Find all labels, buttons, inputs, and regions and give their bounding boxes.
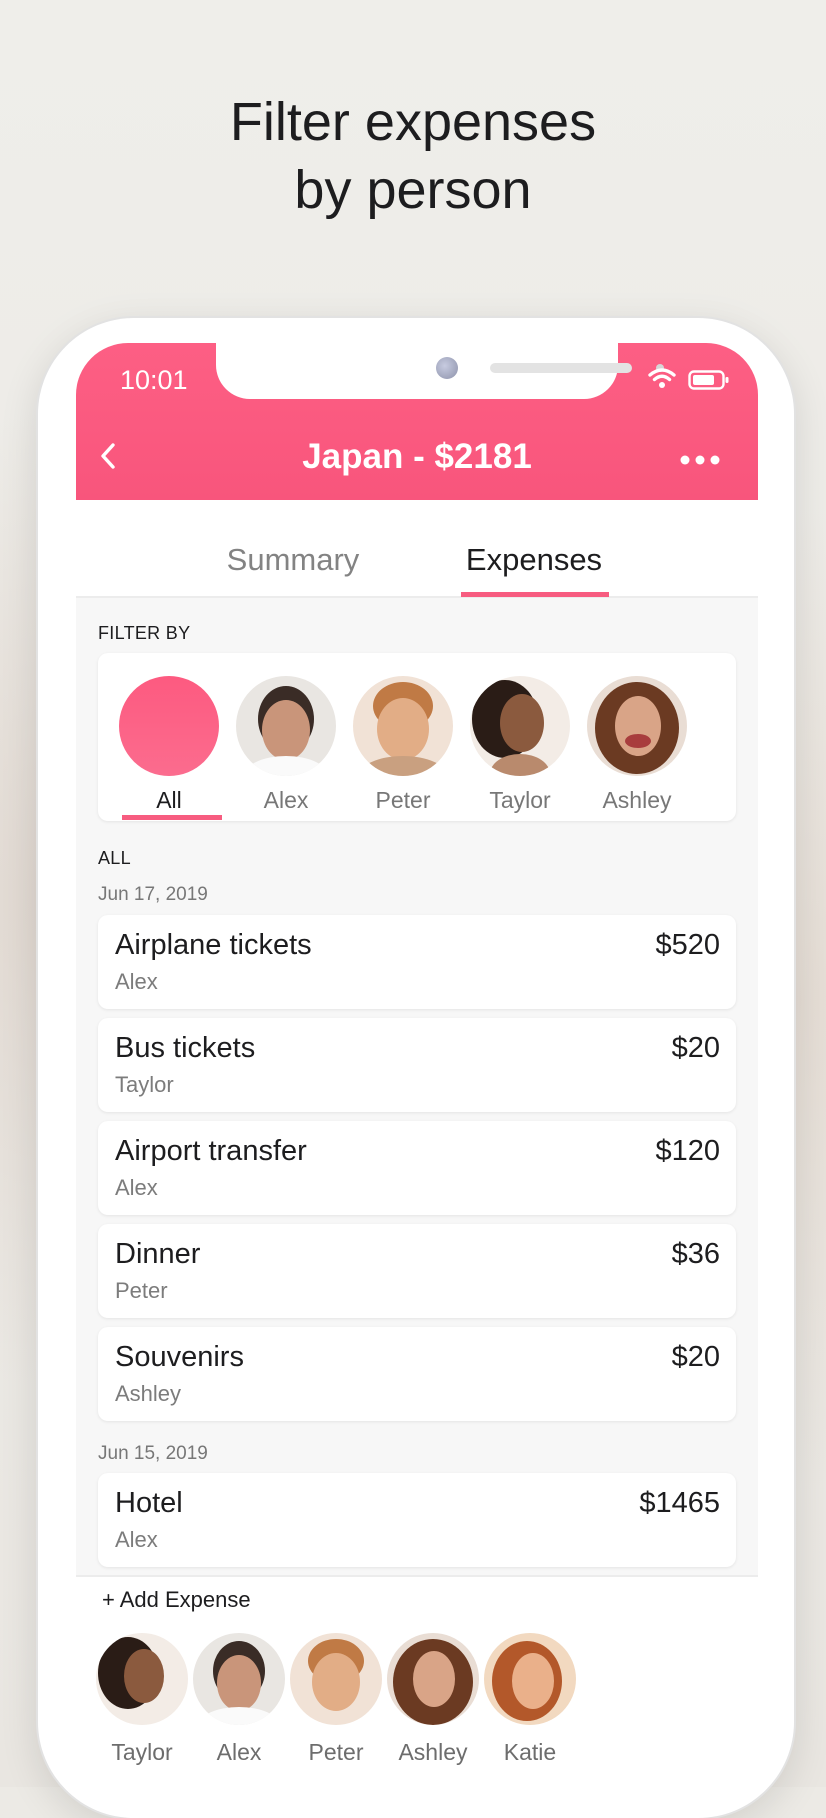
expense-row[interactable]: Souvenirs Ashley $20 bbox=[98, 1327, 736, 1421]
avatar-alex bbox=[236, 676, 336, 776]
add-expense-bar: + Add Expense bbox=[76, 1575, 758, 1625]
expense-amount: $1465 bbox=[639, 1487, 720, 1519]
avatar-ashley bbox=[387, 1633, 479, 1725]
filter-option-label: Taylor bbox=[489, 787, 551, 813]
marketing-headline: Filter expenses by person bbox=[0, 88, 826, 224]
expense-name: Bus tickets bbox=[115, 1032, 256, 1064]
filter-person-card: All Alex Peter Taylor Ashley bbox=[98, 653, 736, 821]
filter-option-label: Alex bbox=[263, 787, 309, 813]
expense-person: Taylor bbox=[115, 1072, 174, 1097]
trip-title: Japan - $2181 bbox=[302, 437, 532, 476]
active-tab-indicator bbox=[461, 592, 609, 597]
headline-line-2: by person bbox=[294, 160, 532, 220]
expense-name: Dinner bbox=[115, 1238, 201, 1270]
filter-option-label: Ashley bbox=[602, 787, 672, 813]
app-screen: 10:01 Japan - $2181 Summary Expenses FIL… bbox=[76, 343, 758, 1787]
date-header: Jun 15, 2019 bbox=[98, 1443, 208, 1464]
filter-option-ashley[interactable]: Ashley bbox=[587, 676, 687, 814]
person-label: Ashley bbox=[398, 1739, 468, 1765]
expense-person: Peter bbox=[115, 1278, 168, 1303]
expense-amount: $520 bbox=[655, 929, 720, 961]
more-options-icon[interactable] bbox=[680, 455, 720, 465]
expense-person: Ashley bbox=[115, 1381, 182, 1406]
person-katie[interactable]: Katie bbox=[484, 1633, 576, 1766]
expense-person: Alex bbox=[115, 969, 158, 994]
person-ashley[interactable]: Ashley bbox=[387, 1633, 479, 1766]
person-label: Peter bbox=[308, 1739, 364, 1765]
status-time: 10:01 bbox=[120, 365, 188, 395]
filter-option-all[interactable]: All bbox=[119, 676, 219, 814]
filter-option-label: Peter bbox=[375, 787, 431, 813]
all-circle bbox=[119, 676, 219, 776]
person-peter[interactable]: Peter bbox=[290, 1633, 382, 1766]
expense-row[interactable]: Airplane tickets Alex $520 bbox=[98, 915, 736, 1009]
avatar-peter bbox=[353, 676, 453, 776]
expense-name: Hotel bbox=[115, 1487, 183, 1519]
expense-name: Souvenirs bbox=[115, 1341, 244, 1373]
expense-row[interactable]: Airport transfer Alex $120 bbox=[98, 1121, 736, 1215]
expense-person: Alex bbox=[115, 1527, 158, 1552]
app-header: 10:01 Japan - $2181 bbox=[76, 343, 758, 500]
person-label: Taylor bbox=[111, 1739, 173, 1765]
speaker-grille bbox=[490, 363, 632, 373]
person-alex[interactable]: Alex bbox=[193, 1633, 285, 1766]
device-notch bbox=[216, 343, 664, 399]
date-header: Jun 17, 2019 bbox=[98, 884, 208, 905]
filter-option-label: All bbox=[156, 787, 182, 813]
expense-amount: $20 bbox=[671, 1032, 720, 1064]
avatar-peter bbox=[290, 1633, 382, 1725]
person-taylor[interactable]: Taylor bbox=[96, 1633, 188, 1766]
filter-option-alex[interactable]: Alex bbox=[236, 676, 336, 814]
list-section-label: ALL bbox=[98, 848, 131, 868]
avatar-taylor bbox=[96, 1633, 188, 1725]
filter-option-peter[interactable]: Peter bbox=[353, 676, 453, 814]
person-label: Alex bbox=[216, 1739, 262, 1765]
expense-amount: $120 bbox=[655, 1135, 720, 1167]
tab-expenses[interactable]: Expenses bbox=[454, 542, 614, 578]
people-bar: Taylor Alex Peter Ashley Katie bbox=[76, 1623, 758, 1787]
avatar-alex bbox=[193, 1633, 285, 1725]
selected-filter-indicator bbox=[122, 815, 222, 820]
person-label: Katie bbox=[503, 1739, 557, 1765]
wifi-icon bbox=[648, 368, 676, 388]
expense-person: Alex bbox=[115, 1175, 158, 1200]
expense-name: Airplane tickets bbox=[115, 929, 312, 961]
tab-bar: Summary Expenses bbox=[76, 500, 758, 598]
expense-name: Airport transfer bbox=[115, 1135, 307, 1167]
filter-option-taylor[interactable]: Taylor bbox=[470, 676, 570, 814]
camera-icon bbox=[436, 357, 458, 379]
battery-icon bbox=[688, 370, 729, 390]
avatar-katie bbox=[484, 1633, 576, 1725]
expense-row[interactable]: Bus tickets Taylor $20 bbox=[98, 1018, 736, 1112]
add-expense-button[interactable]: + Add Expense bbox=[102, 1587, 251, 1613]
avatar-taylor bbox=[470, 676, 570, 776]
filter-by-label: FILTER BY bbox=[98, 623, 191, 643]
expense-amount: $20 bbox=[671, 1341, 720, 1373]
expense-row[interactable]: Dinner Peter $36 bbox=[98, 1224, 736, 1318]
headline-line-1: Filter expenses bbox=[229, 92, 597, 152]
expense-row[interactable]: Hotel Alex $1465 bbox=[98, 1473, 736, 1567]
expense-amount: $36 bbox=[671, 1238, 720, 1270]
tab-summary[interactable]: Summary bbox=[213, 542, 373, 578]
avatar-ashley bbox=[587, 676, 687, 776]
